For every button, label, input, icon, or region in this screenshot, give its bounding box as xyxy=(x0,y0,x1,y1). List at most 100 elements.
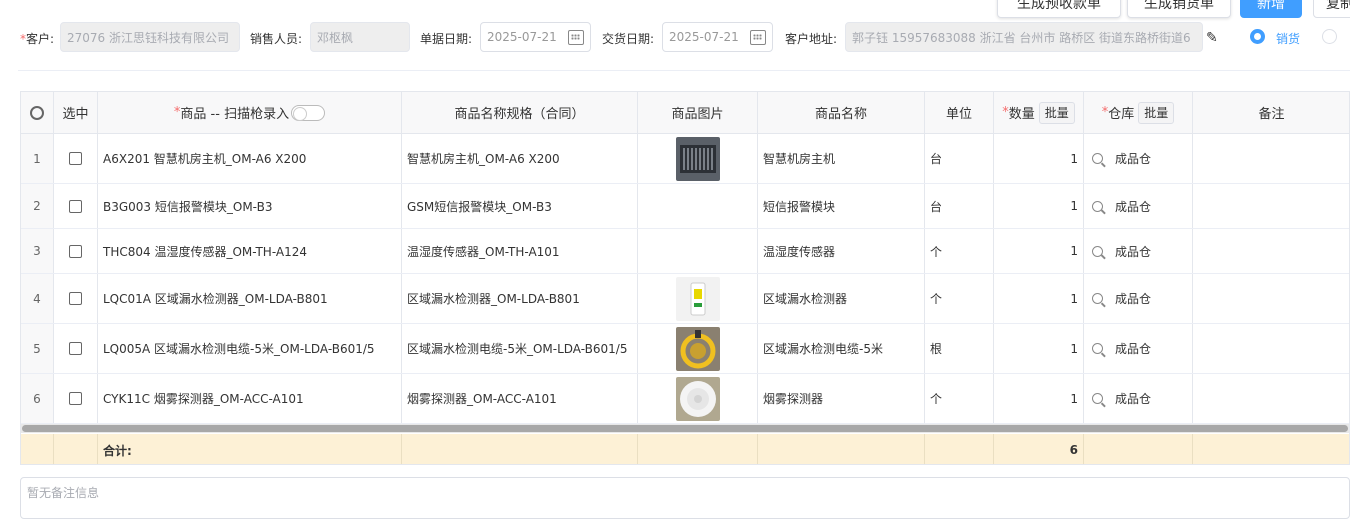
row-checkbox[interactable] xyxy=(69,292,82,305)
search-icon[interactable] xyxy=(1092,153,1103,164)
unit-cell[interactable]: 台 xyxy=(925,134,994,183)
product-cell[interactable]: LQ005A 区域漏水检测电缆-5米_OM-LDA-B601/5 xyxy=(98,324,402,373)
address-label: 客户地址: xyxy=(785,32,838,46)
qty-cell[interactable]: 1 xyxy=(994,274,1084,323)
qty-cell[interactable]: 1 xyxy=(994,134,1084,183)
name-cell[interactable]: 智慧机房主机 xyxy=(758,134,925,183)
row-select[interactable] xyxy=(54,324,98,373)
unit-cell[interactable]: 个 xyxy=(925,274,994,323)
row-checkbox[interactable] xyxy=(69,392,82,405)
new-button[interactable]: 新增 xyxy=(1240,0,1302,18)
header-image: 商品图片 xyxy=(638,92,758,133)
row-select[interactable] xyxy=(54,229,98,273)
spec-cell[interactable]: 区域漏水检测电缆-5米_OM-LDA-B601/5 xyxy=(402,324,638,373)
image-cell xyxy=(638,229,758,273)
name-cell[interactable]: 短信报警模块 xyxy=(758,184,925,228)
customer-address-field[interactable]: 郭子钰 15957683088 浙江省 台州市 路桥区 街道东路桥街道6 xyxy=(845,22,1203,52)
remark-cell[interactable] xyxy=(1193,229,1349,273)
row-checkbox[interactable] xyxy=(69,199,82,213)
remark-cell[interactable] xyxy=(1193,134,1349,183)
remark-textarea[interactable]: 暂无备注信息 xyxy=(20,477,1350,519)
product-cell[interactable]: A6X201 智慧机房主机_OM-A6 X200 xyxy=(98,134,402,183)
warehouse-cell[interactable]: 成品仓 xyxy=(1084,134,1193,183)
column-settings[interactable] xyxy=(21,92,54,133)
search-icon[interactable] xyxy=(1092,200,1103,212)
warehouse-cell[interactable]: 成品仓 xyxy=(1084,184,1193,228)
product-image[interactable] xyxy=(675,376,720,421)
product-cell[interactable]: THC804 温湿度传感器_OM-TH-A124 xyxy=(98,229,402,273)
search-icon[interactable] xyxy=(1092,343,1103,354)
table-row[interactable]: 3 THC804 温湿度传感器_OM-TH-A124 温湿度传感器_OM-TH-A1… xyxy=(21,229,1349,274)
row-index: 6 xyxy=(21,374,54,423)
warehouse-batch-button[interactable]: 批量 xyxy=(1138,101,1175,124)
name-cell[interactable]: 区域漏水检测器 xyxy=(758,274,925,323)
radio-sales-label[interactable]: 销货 xyxy=(1276,30,1300,47)
product-image[interactable] xyxy=(675,136,720,181)
warehouse-cell[interactable]: 成品仓 xyxy=(1084,324,1193,373)
radio-sales[interactable] xyxy=(1250,29,1265,44)
product-image[interactable] xyxy=(675,276,720,321)
row-checkbox[interactable] xyxy=(69,152,82,165)
unit-cell[interactable]: 根 xyxy=(925,324,994,373)
unit-cell[interactable]: 个 xyxy=(925,374,994,423)
delivery-date-field[interactable]: 2025-07-21 xyxy=(662,22,773,52)
scan-toggle[interactable] xyxy=(291,104,326,121)
row-select[interactable] xyxy=(54,184,98,228)
qty-cell[interactable]: 1 xyxy=(994,184,1084,228)
qty-cell[interactable]: 1 xyxy=(994,324,1084,373)
table-row[interactable]: 4 LQC01A 区域漏水检测器_OM-LDA-B801 区域漏水检测器_OM-LD… xyxy=(21,274,1349,324)
remark-cell[interactable] xyxy=(1193,274,1349,323)
image-cell xyxy=(638,134,758,183)
order-date-field[interactable]: 2025-07-21 xyxy=(480,22,591,52)
search-icon[interactable] xyxy=(1092,393,1103,404)
copy-button[interactable]: 复制 xyxy=(1313,0,1350,18)
warehouse-cell[interactable]: 成品仓 xyxy=(1084,274,1193,323)
header-warehouse-label: 仓库 xyxy=(1108,107,1135,122)
remark-cell[interactable] xyxy=(1193,324,1349,373)
row-select[interactable] xyxy=(54,374,98,423)
product-image[interactable] xyxy=(675,326,720,371)
sales-person-field[interactable]: 邓枢枫 xyxy=(310,22,410,52)
image-cell xyxy=(638,274,758,323)
edit-icon[interactable]: ✎ xyxy=(1206,30,1218,46)
row-checkbox[interactable] xyxy=(69,244,82,258)
table-row[interactable]: 5 LQ005A 区域漏水检测电缆-5米_OM-LDA-B601/5 区域漏水检测电… xyxy=(21,324,1349,374)
generate-delivery-button[interactable]: 生成销货单 xyxy=(1127,0,1231,18)
qty-cell[interactable]: 1 xyxy=(994,229,1084,273)
unit-cell[interactable]: 个 xyxy=(925,229,994,273)
spec-cell[interactable]: 温湿度传感器_OM-TH-A101 xyxy=(402,229,638,273)
customer-field[interactable]: 27076 浙江思钰科技有限公司 xyxy=(60,22,240,52)
scrollbar-thumb[interactable] xyxy=(22,425,1348,432)
product-cell[interactable]: LQC01A 区域漏水检测器_OM-LDA-B801 xyxy=(98,274,402,323)
unit-cell[interactable]: 台 xyxy=(925,184,994,228)
name-cell[interactable]: 区域漏水检测电缆-5米 xyxy=(758,324,925,373)
remark-cell[interactable] xyxy=(1193,374,1349,423)
order-form: *客户: 27076 浙江思钰科技有限公司 销售人员: 邓枢枫 单据日期: 20… xyxy=(0,22,1350,54)
qty-batch-button[interactable]: 批量 xyxy=(1038,101,1075,124)
name-cell[interactable]: 烟雾探测器 xyxy=(758,374,925,423)
qty-cell[interactable]: 1 xyxy=(994,374,1084,423)
image-cell xyxy=(638,374,758,423)
table-row[interactable]: 2 B3G003 短信报警模块_OM-B3 GSM短信报警模块_OM-B3 短信报警模… xyxy=(21,184,1349,229)
name-cell[interactable]: 温湿度传感器 xyxy=(758,229,925,273)
row-select[interactable] xyxy=(54,274,98,323)
search-icon[interactable] xyxy=(1092,293,1103,304)
spec-cell[interactable]: GSM短信报警模块_OM-B3 xyxy=(402,184,638,228)
generate-receipt-button[interactable]: 生成预收款单 xyxy=(997,0,1121,18)
horizontal-scrollbar[interactable] xyxy=(21,424,1349,433)
row-checkbox[interactable] xyxy=(69,342,82,355)
table-row[interactable]: 6 CYK11C 烟雾探测器_OM-ACC-A101 烟雾探测器_OM-ACC-A1… xyxy=(21,374,1349,424)
table-row[interactable]: 1 A6X201 智慧机房主机_OM-A6 X200 智慧机房主机_OM-A6 X2… xyxy=(21,134,1349,184)
product-cell[interactable]: B3G003 短信报警模块_OM-B3 xyxy=(98,184,402,228)
search-icon[interactable] xyxy=(1092,245,1103,257)
warehouse-cell[interactable]: 成品仓 xyxy=(1084,374,1193,423)
spec-cell[interactable]: 智慧机房主机_OM-A6 X200 xyxy=(402,134,638,183)
remark-cell[interactable] xyxy=(1193,184,1349,228)
spec-cell[interactable]: 区域漏水检测器_OM-LDA-B801 xyxy=(402,274,638,323)
product-cell[interactable]: CYK11C 烟雾探测器_OM-ACC-A101 xyxy=(98,374,402,423)
spec-cell[interactable]: 烟雾探测器_OM-ACC-A101 xyxy=(402,374,638,423)
gear-icon[interactable] xyxy=(30,105,44,120)
radio-other[interactable] xyxy=(1322,29,1337,44)
warehouse-cell[interactable]: 成品仓 xyxy=(1084,229,1193,273)
row-select[interactable] xyxy=(54,134,98,183)
